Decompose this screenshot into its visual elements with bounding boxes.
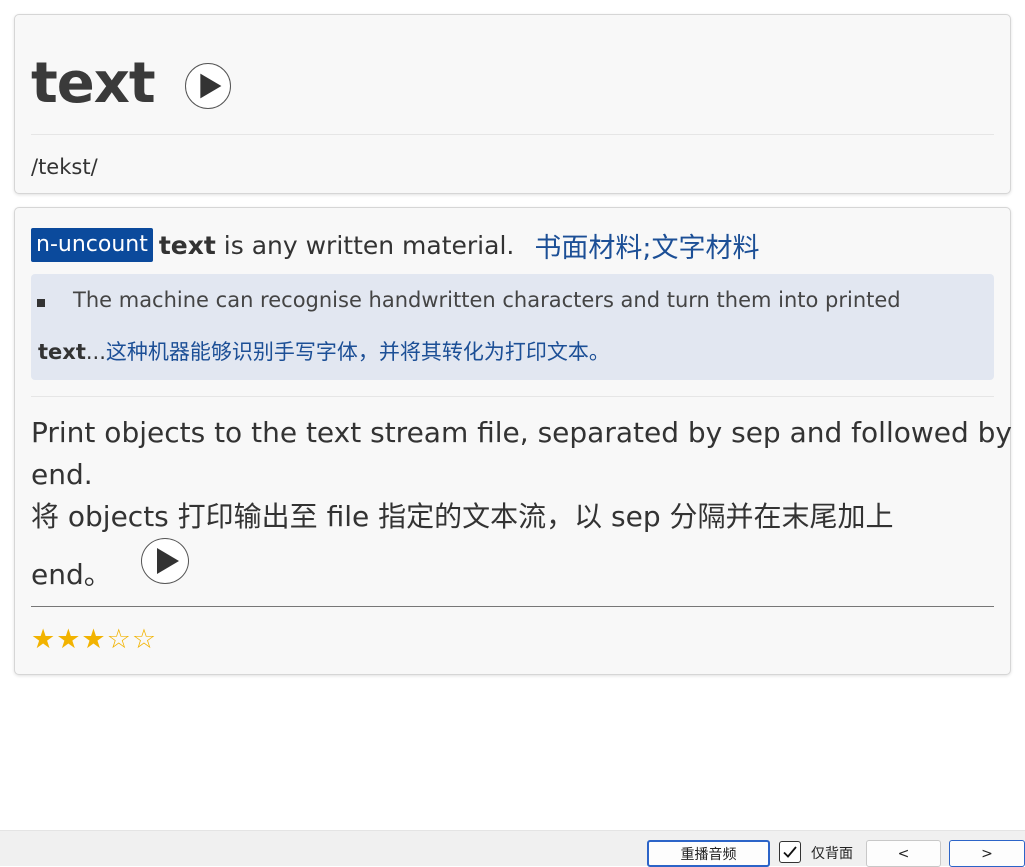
play-icon xyxy=(199,73,222,99)
translation-english-line-2: end. xyxy=(31,458,93,491)
example-keyword: text xyxy=(38,340,86,364)
definition-headword: text xyxy=(158,230,216,260)
translation-block: Print objects to the text stream file, s… xyxy=(31,412,1012,596)
play-sentence-audio-button[interactable] xyxy=(140,538,189,584)
definition-chinese: 书面材料;文字材料 xyxy=(534,232,760,264)
example-chinese: 这种机器能够识别手写字体，并将其转化为打印文本。 xyxy=(105,340,610,364)
translation-chinese-line-1: 将 objects 打印输出至 file 指定的文本流，以 sep 分隔并在末尾… xyxy=(31,500,894,533)
bottom-toolbar: 重播音频 仅背面 < > xyxy=(0,830,1025,867)
check-icon xyxy=(783,846,797,858)
word-header-card: text /tekst/ xyxy=(14,14,1011,194)
play-icon xyxy=(156,548,179,574)
star-rating: ★★★☆☆ xyxy=(31,624,157,655)
play-word-audio-button[interactable] xyxy=(184,63,231,109)
next-button[interactable]: > xyxy=(949,840,1025,867)
word-row: text xyxy=(31,43,231,123)
part-of-speech-badge: n-uncount xyxy=(31,227,153,263)
definition-text: is any written material. xyxy=(215,230,515,260)
filled-stars: ★★★ xyxy=(31,624,107,655)
empty-stars: ☆☆ xyxy=(106,624,158,655)
translation-chinese-line-2: end。 xyxy=(31,558,112,591)
definition-english: text is any written material. xyxy=(159,231,515,260)
definition-line: n-uncount text is any written material. … xyxy=(31,224,759,266)
example-ellipsis: ... xyxy=(85,340,106,364)
example-box: The machine can recognise handwritten ch… xyxy=(31,274,994,380)
headword-title: text xyxy=(31,50,156,116)
phonetic: /tekst/ xyxy=(31,155,98,179)
back-only-checkbox[interactable] xyxy=(779,841,801,863)
example-line-2: text... 这种机器能够识别手写字体，并将其转化为打印文本。 xyxy=(38,336,610,366)
previous-button[interactable]: < xyxy=(866,840,941,867)
definition-card: n-uncount text is any written material. … xyxy=(14,207,1012,675)
divider xyxy=(31,396,994,397)
square-bullet-icon xyxy=(37,299,45,307)
divider xyxy=(31,606,994,607)
divider xyxy=(31,134,994,135)
replay-audio-button[interactable]: 重播音频 xyxy=(647,840,770,867)
example-english: The machine can recognise handwritten ch… xyxy=(73,288,901,312)
back-only-label: 仅背面 xyxy=(811,846,853,862)
translation-english-line-1: Print objects to the text stream file, s… xyxy=(31,416,1012,449)
translation-chinese-line-2-row: end。 xyxy=(31,538,996,596)
